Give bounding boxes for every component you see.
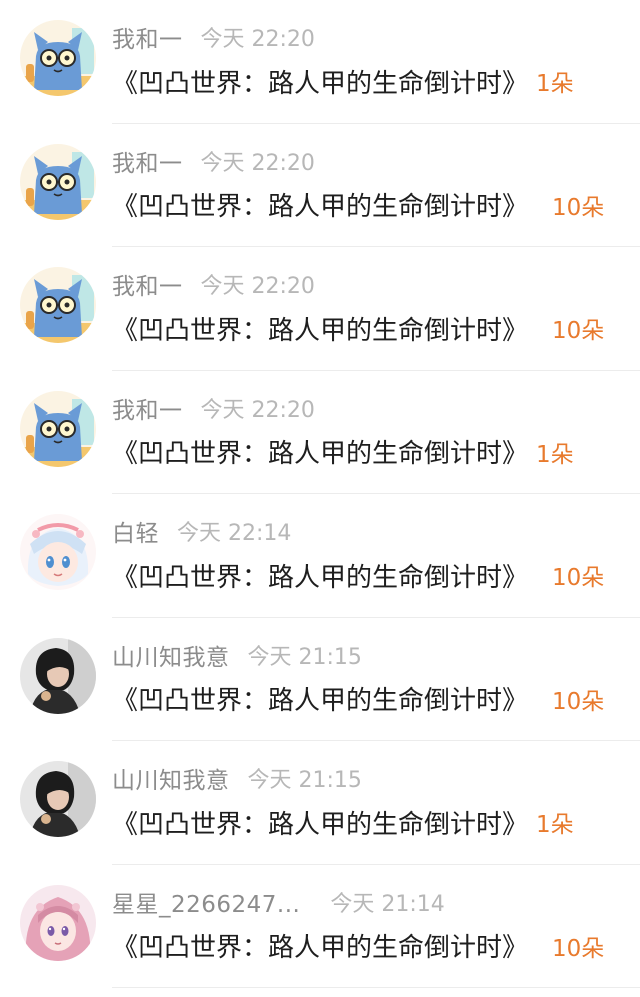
- timestamp: 今天 21:15: [247, 644, 362, 670]
- cat-avatar[interactable]: [20, 20, 96, 96]
- username[interactable]: 山川知我意: [112, 761, 230, 795]
- pink-hair-girl-avatar[interactable]: [20, 885, 96, 961]
- timestamp: 今天 22:14: [177, 521, 292, 546]
- item-message: 《凹凸世界：路人甲的生命倒计时》 1朵: [112, 431, 640, 473]
- portrait-avatar[interactable]: [20, 761, 96, 837]
- book-title: 《凹凸世界：路人甲的生命倒计时》: [112, 192, 529, 222]
- pink-hair-girl-avatar-icon: [20, 885, 96, 961]
- timestamp: 今天 22:20: [200, 274, 315, 299]
- cat-avatar[interactable]: [20, 144, 96, 220]
- book-title: 《凹凸世界：路人甲的生命倒计时》: [112, 68, 529, 99]
- item-message: 《凹凸世界：路人甲的生命倒计时》 10朵: [112, 554, 640, 596]
- flower-count: 10朵: [552, 935, 605, 962]
- username[interactable]: 我和一: [112, 20, 183, 54]
- item-meta: 我和一 今天 22:20: [112, 20, 315, 54]
- item-message: 《凹凸世界：路人甲的生命倒计时》 10朵: [112, 925, 640, 967]
- username[interactable]: 山川知我意: [112, 638, 230, 672]
- anime-girl-avatar-icon: [20, 514, 96, 590]
- item-meta: 我和一 今天 22:20: [112, 267, 315, 301]
- flower-count: 10朵: [552, 565, 605, 591]
- item-meta: 我和一 今天 22:20: [112, 144, 315, 178]
- timestamp: 今天 21:15: [247, 768, 362, 793]
- timestamp: 今天 21:14: [330, 891, 445, 917]
- list-item[interactable]: 山川知我意 今天 21:15 《凹凸世界：路人甲的生命倒计时》 1朵: [0, 741, 640, 865]
- item-meta: 山川知我意 今天 21:15: [112, 638, 362, 672]
- item-message: 《凹凸世界：路人甲的生命倒计时》 10朵: [112, 678, 640, 720]
- username[interactable]: 我和一: [112, 267, 183, 301]
- list-item[interactable]: 白轻 今天 22:14 《凹凸世界：路人甲的生命倒计时》 10朵: [0, 494, 640, 618]
- portrait-avatar-icon: [20, 638, 96, 714]
- flower-count: 10朵: [552, 688, 605, 715]
- flower-count: 1朵: [536, 71, 574, 97]
- anime-girl-avatar[interactable]: [20, 514, 96, 590]
- portrait-avatar[interactable]: [20, 638, 96, 714]
- cat-avatar[interactable]: [20, 267, 96, 343]
- cat-avatar-icon: [20, 391, 96, 467]
- book-title: 《凹凸世界：路人甲的生命倒计时》: [112, 933, 529, 963]
- item-meta: 我和一 今天 22:20: [112, 391, 315, 425]
- book-title: 《凹凸世界：路人甲的生命倒计时》: [112, 686, 529, 716]
- list-item[interactable]: 我和一 今天 22:20 《凹凸世界：路人甲的生命倒计时》 1朵: [0, 371, 640, 495]
- flower-count: 1朵: [536, 441, 574, 468]
- book-title: 《凹凸世界：路人甲的生命倒计时》: [112, 809, 529, 840]
- timestamp: 今天 22:20: [200, 397, 315, 423]
- cat-avatar-icon: [20, 267, 96, 343]
- list-item[interactable]: 我和一 今天 22:20 《凹凸世界：路人甲的生命倒计时》 1朵: [0, 0, 640, 124]
- username[interactable]: 我和一: [112, 144, 183, 178]
- list-item[interactable]: 我和一 今天 22:20 《凹凸世界：路人甲的生命倒计时》 10朵: [0, 124, 640, 248]
- item-message: 《凹凸世界：路人甲的生命倒计时》 10朵: [112, 307, 640, 349]
- username[interactable]: 星星_2266247...: [112, 885, 300, 919]
- cat-avatar-icon: [20, 20, 96, 96]
- item-meta: 白轻 今天 22:14: [112, 514, 291, 548]
- book-title: 《凹凸世界：路人甲的生命倒计时》: [112, 439, 529, 469]
- username[interactable]: 白轻: [112, 514, 159, 548]
- gift-list: 我和一 今天 22:20 《凹凸世界：路人甲的生命倒计时》 1朵 我和一 今天 …: [0, 0, 640, 988]
- flower-count: 10朵: [552, 318, 605, 344]
- book-title: 《凹凸世界：路人甲的生命倒计时》: [112, 562, 529, 593]
- item-message: 《凹凸世界：路人甲的生命倒计时》 10朵: [112, 184, 640, 226]
- item-meta: 山川知我意 今天 21:15: [112, 761, 362, 795]
- item-meta: 星星_2266247... 今天 21:14: [112, 885, 445, 919]
- item-message: 《凹凸世界：路人甲的生命倒计时》 1朵: [112, 60, 640, 102]
- timestamp: 今天 22:20: [200, 27, 315, 52]
- portrait-avatar-icon: [20, 761, 96, 837]
- flower-count: 1朵: [536, 812, 574, 838]
- flower-count: 10朵: [552, 194, 605, 221]
- list-item[interactable]: 我和一 今天 22:20 《凹凸世界：路人甲的生命倒计时》 10朵: [0, 247, 640, 371]
- item-message: 《凹凸世界：路人甲的生命倒计时》 1朵: [112, 801, 640, 843]
- timestamp: 今天 22:20: [200, 150, 315, 176]
- cat-avatar-icon: [20, 144, 96, 220]
- username[interactable]: 我和一: [112, 391, 183, 425]
- cat-avatar[interactable]: [20, 391, 96, 467]
- list-item[interactable]: 星星_2266247... 今天 21:14 《凹凸世界：路人甲的生命倒计时》 …: [0, 865, 640, 989]
- book-title: 《凹凸世界：路人甲的生命倒计时》: [112, 315, 529, 346]
- list-item[interactable]: 山川知我意 今天 21:15 《凹凸世界：路人甲的生命倒计时》 10朵: [0, 618, 640, 742]
